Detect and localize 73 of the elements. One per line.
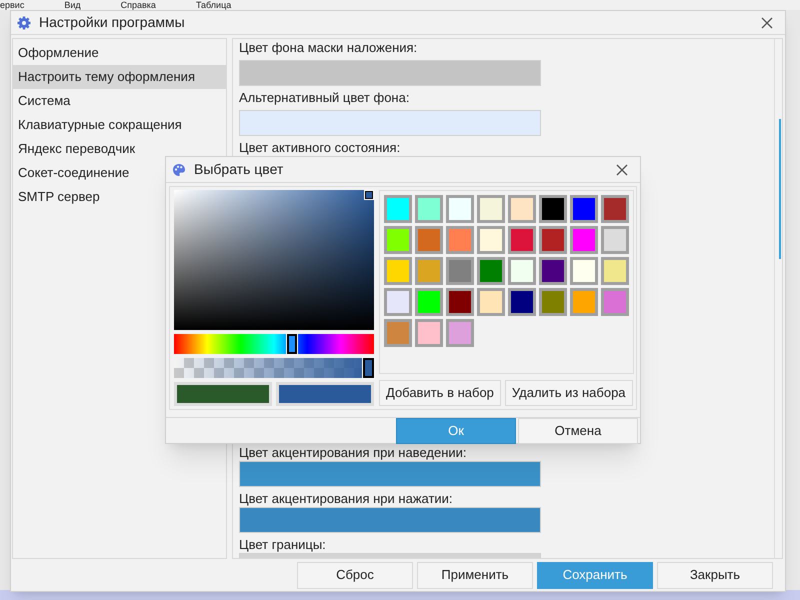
nav-item[interactable]: Настроить тему оформления [13,65,226,89]
picker-marker[interactable] [365,191,373,199]
window-title: Настройки программы [39,13,186,32]
hue-slider[interactable] [174,334,374,354]
color-swatch[interactable] [415,195,443,223]
color-swatch[interactable] [446,226,474,254]
color-swatch[interactable] [570,195,598,223]
color-swatch[interactable] [601,226,629,254]
color-swatch[interactable] [508,257,536,285]
color-swatch[interactable] [446,195,474,223]
color-swatch[interactable] [384,288,412,316]
close-icon[interactable] [761,16,773,28]
color-swatch[interactable] [508,288,536,316]
dialog-button[interactable]: Применить [417,562,533,588]
dialog-button[interactable]: Отмена [518,418,638,444]
palette-icon [172,162,186,176]
slider-thumb[interactable] [363,358,374,378]
color-swatch[interactable] [539,195,567,223]
menu-item[interactable]: ервис [0,0,24,10]
field-label: Цвет активного состояния: [239,139,402,157]
field-label: Цвет акцентирования при наведении: [239,446,468,460]
color-swatch[interactable] [384,195,412,223]
nav-item[interactable]: Яндекс переводчик [13,137,226,161]
color-swatch[interactable] [415,226,443,254]
color-swatch[interactable] [539,226,567,254]
color-swatch[interactable] [446,257,474,285]
color-swatch[interactable] [384,319,412,347]
color-swatch[interactable] [384,226,412,254]
alpha-slider[interactable] [174,358,374,378]
nav-item[interactable]: Оформление [13,41,226,65]
color-swatch-field[interactable] [239,507,541,533]
close-icon[interactable] [616,164,628,176]
color-swatch[interactable] [477,226,505,254]
color-swatch[interactable] [570,288,598,316]
color-swatch[interactable] [539,288,567,316]
palette-button[interactable]: Удалить из набора [504,380,633,406]
color-swatch[interactable] [415,288,443,316]
color-swatch[interactable] [570,226,598,254]
settings-icon [17,16,31,30]
color-swatch[interactable] [415,319,443,347]
color-swatch[interactable] [601,257,629,285]
color-swatch[interactable] [446,319,474,347]
slider-thumb[interactable] [287,334,297,354]
color-swatch[interactable] [539,257,567,285]
color-swatch-field[interactable] [239,110,541,136]
nav-item[interactable]: Система [13,89,226,113]
dialog-button[interactable]: Закрыть [657,562,773,588]
menu-item[interactable]: Справка [120,0,156,10]
color-swatch[interactable] [477,257,505,285]
color-swatch[interactable] [446,288,474,316]
palette-button[interactable]: Добавить в набор [379,380,501,406]
scrollbar-thumb[interactable] [779,119,781,259]
saturation-value-picker[interactable] [174,190,374,330]
field-label: Цвет акцентирования нри нажатии: [239,492,454,506]
dialog-title: Выбрать цвет [194,160,284,179]
color-swatch[interactable] [570,257,598,285]
field-label: Цвет границы: [239,538,327,552]
color-swatch[interactable] [477,195,505,223]
field-label: Альтернативный цвет фона: [239,89,410,107]
color-swatch-field[interactable] [239,461,541,487]
dialog-button[interactable]: Сброс [297,562,413,588]
color-swatch[interactable] [601,195,629,223]
color-swatch[interactable] [508,226,536,254]
color-swatch[interactable] [601,288,629,316]
color-swatch[interactable] [384,257,412,285]
color-swatch-field[interactable] [239,60,541,86]
color-swatch[interactable] [415,257,443,285]
color-swatch[interactable] [508,195,536,223]
color-swatch[interactable] [477,288,505,316]
menu-item[interactable]: Вид [64,0,81,10]
field-label: Цвет фона маски наложения: [239,39,418,57]
nav-item[interactable]: Клавиатурные сокращения [13,113,226,137]
menu-item[interactable]: Таблица [196,0,232,10]
